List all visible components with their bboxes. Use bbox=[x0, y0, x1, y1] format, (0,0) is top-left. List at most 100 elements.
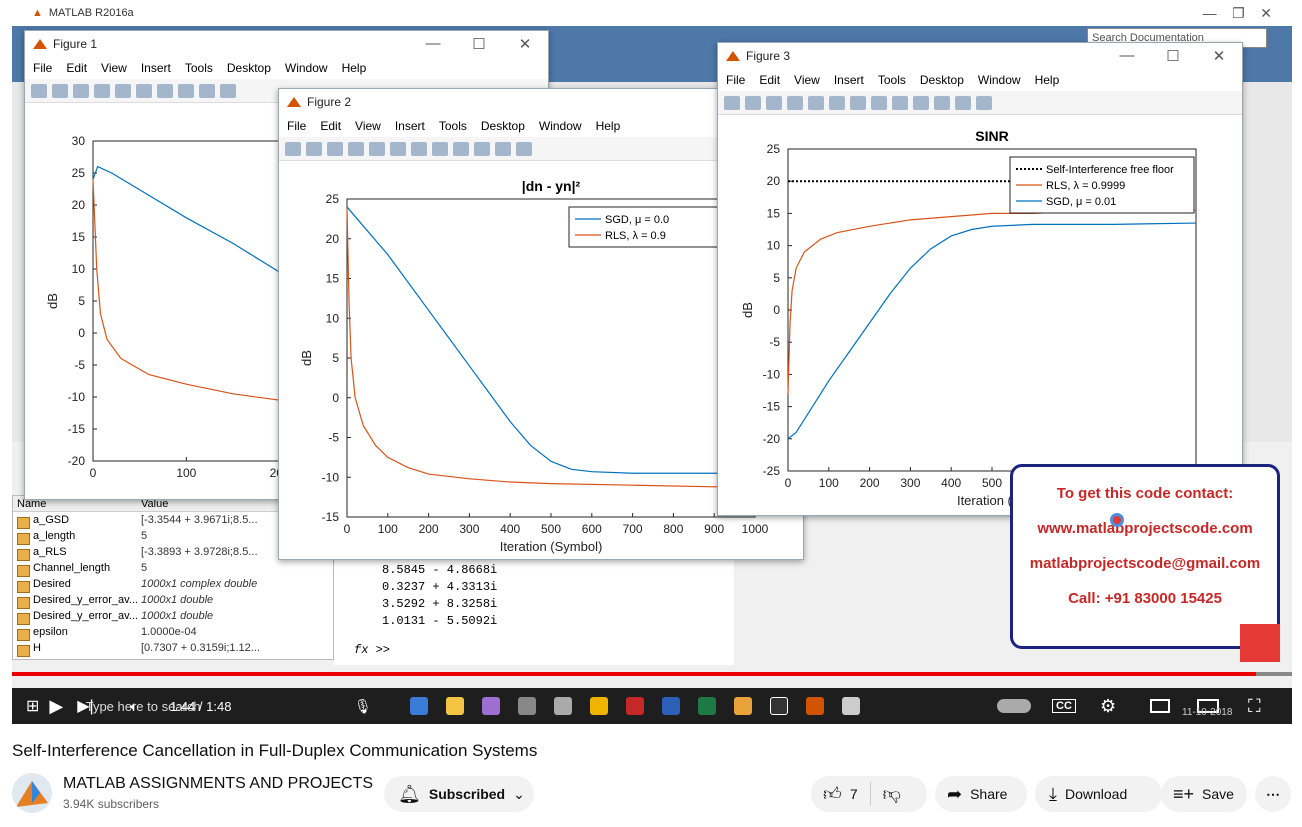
menu-item-file[interactable]: File bbox=[33, 61, 52, 75]
app-icon[interactable] bbox=[554, 697, 572, 715]
store-icon[interactable] bbox=[482, 697, 500, 715]
download-button[interactable]: ⤓ Download bbox=[1035, 776, 1162, 812]
figure-3-toolbar bbox=[718, 91, 1242, 115]
x-tick-label: 900 bbox=[704, 522, 724, 536]
figure-3-window[interactable]: Figure 3 — ☐ ✕ File Edit View Insert Tools Deskt… bbox=[717, 42, 1243, 516]
variable-value: 1000x1 double bbox=[141, 594, 214, 606]
y-tick-label: 25 bbox=[72, 166, 86, 180]
y-tick-label: -15 bbox=[763, 400, 781, 414]
menu-item-window[interactable]: Window bbox=[539, 119, 582, 133]
menu-item-view[interactable]: View bbox=[794, 73, 820, 87]
excel-icon[interactable] bbox=[698, 697, 716, 715]
play-icon[interactable]: ▶ bbox=[49, 696, 63, 717]
menu-item-help[interactable]: Help bbox=[342, 61, 367, 75]
menu-item-help[interactable]: Help bbox=[596, 119, 621, 133]
menu-item-file[interactable]: File bbox=[726, 73, 745, 87]
app-icon[interactable] bbox=[770, 697, 788, 715]
y-tick-label: 15 bbox=[326, 272, 340, 286]
autoplay-toggle[interactable] bbox=[997, 699, 1031, 713]
menu-item-edit[interactable]: Edit bbox=[759, 73, 780, 87]
share-icon: ➦ bbox=[947, 783, 963, 804]
figure-3-chart: SINR 0 100 200 300 400 500 25 20 15 10 5 0 -5 -10 -15 -2… bbox=[740, 128, 1197, 508]
menu-item-insert[interactable]: Insert bbox=[141, 61, 171, 75]
workspace-variable-row[interactable]: Desired 1000x1 complex double bbox=[13, 576, 333, 593]
y-tick-label: 0 bbox=[773, 303, 780, 317]
menu-item-view[interactable]: View bbox=[101, 61, 127, 75]
folder-icon[interactable] bbox=[446, 697, 464, 715]
y-tick-label: 15 bbox=[72, 230, 86, 244]
workspace-variable-row[interactable]: Desired_y_error_av... 1000x1 double bbox=[13, 592, 333, 609]
window-controls[interactable]: — ❐ ✕ bbox=[1203, 5, 1272, 22]
x-tick-label: 200 bbox=[419, 522, 439, 536]
app-icon[interactable] bbox=[842, 697, 860, 715]
command-window[interactable]: 8.5845 - 4.8668i 0.3237 + 4.3313i 3.5292… bbox=[334, 555, 734, 665]
x-axis-label: Iteration (Symbol) bbox=[500, 539, 603, 554]
window-controls[interactable]: — ☐ ✕ bbox=[1104, 47, 1242, 65]
captions-icon[interactable]: CC bbox=[1052, 699, 1076, 713]
save-button[interactable]: ≡+ Save bbox=[1161, 776, 1247, 812]
workspace-variable-row[interactable]: H [0.7307 + 0.3159i;1.12... bbox=[13, 640, 333, 657]
like-count[interactable]: 7 bbox=[850, 786, 858, 802]
y-tick-label: -20 bbox=[763, 432, 781, 446]
menu-item-tools[interactable]: Tools bbox=[185, 61, 213, 75]
menu-item-help[interactable]: Help bbox=[1035, 73, 1060, 87]
miniplayer-icon[interactable] bbox=[1150, 699, 1170, 713]
y-tick-label: -5 bbox=[74, 358, 85, 372]
video-progress-bar[interactable] bbox=[12, 672, 1292, 676]
microphone-icon[interactable]: 🎙︎ bbox=[354, 698, 372, 715]
fullscreen-icon[interactable]: ⛶ bbox=[1248, 696, 1261, 717]
chevron-down-icon: ⌄ bbox=[513, 785, 525, 802]
sticky-notes-icon[interactable] bbox=[590, 697, 608, 715]
word-icon[interactable] bbox=[662, 697, 680, 715]
bell-icon: 🔔︎ bbox=[398, 783, 421, 804]
channel-name[interactable]: MATLAB ASSIGNMENTS AND PROJECTS bbox=[63, 775, 373, 793]
x-tick-label: 0 bbox=[344, 522, 351, 536]
figure-1-title: Figure 1 bbox=[53, 37, 98, 51]
menu-item-desktop[interactable]: Desktop bbox=[920, 73, 964, 87]
menu-item-file[interactable]: File bbox=[287, 119, 306, 133]
menu-item-tools[interactable]: Tools bbox=[439, 119, 467, 133]
share-button[interactable]: ➦ Share bbox=[935, 776, 1027, 812]
menu-item-tools[interactable]: Tools bbox=[878, 73, 906, 87]
workspace-variable-row[interactable]: Desired_y_error_av... 1000x1 double bbox=[13, 608, 333, 625]
video-player[interactable]: ▲ MATLAB R2016a — ❐ ✕ Search Documentati… bbox=[12, 0, 1292, 724]
matlab-icon[interactable] bbox=[806, 697, 824, 715]
like-icon[interactable]: 👍︎ bbox=[823, 783, 842, 805]
acrobat-icon[interactable] bbox=[626, 697, 644, 715]
menu-item-insert[interactable]: Insert bbox=[395, 119, 425, 133]
menu-item-window[interactable]: Window bbox=[285, 61, 328, 75]
windows-start-icon[interactable]: ⊞ bbox=[26, 696, 39, 716]
share-label: Share bbox=[970, 786, 1008, 802]
volume-icon[interactable]: 🔈︎ bbox=[130, 698, 138, 715]
more-icon: ⋯ bbox=[1266, 785, 1280, 802]
time-display: 1:44 / 1:48 bbox=[170, 698, 232, 714]
save-playlist-icon: ≡+ bbox=[1173, 783, 1195, 804]
menu-item-insert[interactable]: Insert bbox=[834, 73, 864, 87]
command-prompt[interactable]: fx >> bbox=[334, 643, 734, 660]
more-actions-button[interactable]: ⋯ bbox=[1255, 776, 1291, 812]
workspace-variable-row[interactable]: epsilon 1.0000e-04 bbox=[13, 624, 333, 641]
matlab-desktop: ▲ MATLAB R2016a — ❐ ✕ Search Documentati… bbox=[12, 0, 1292, 688]
edge-icon[interactable] bbox=[410, 697, 428, 715]
menu-item-edit[interactable]: Edit bbox=[66, 61, 87, 75]
y-tick-label: 10 bbox=[326, 311, 340, 325]
workspace-variable-row[interactable]: Channel_length 5 bbox=[13, 560, 333, 577]
app-icon[interactable] bbox=[518, 697, 536, 715]
variable-value: 1000x1 complex double bbox=[141, 578, 258, 590]
settings-icon[interactable]: ⚙ bbox=[1100, 696, 1116, 717]
menu-item-edit[interactable]: Edit bbox=[320, 119, 341, 133]
menu-item-desktop[interactable]: Desktop bbox=[481, 119, 525, 133]
window-controls[interactable]: — ☐ ✕ bbox=[410, 35, 548, 53]
dislike-icon[interactable]: 👎︎ bbox=[883, 783, 901, 805]
menu-item-desktop[interactable]: Desktop bbox=[227, 61, 271, 75]
subscribe-button[interactable]: 🔔︎ Subscribed ⌄ bbox=[384, 776, 534, 812]
y-tick-label: 20 bbox=[72, 198, 86, 212]
chrome-icon[interactable] bbox=[734, 697, 752, 715]
figure-2-title: Figure 2 bbox=[307, 95, 352, 109]
menu-item-window[interactable]: Window bbox=[978, 73, 1021, 87]
download-icon: ⤓ bbox=[1049, 783, 1057, 804]
command-output-line: 3.5292 + 8.3258i bbox=[382, 597, 498, 611]
channel-avatar[interactable] bbox=[12, 773, 52, 813]
matlab-logo-icon bbox=[726, 51, 740, 61]
menu-item-view[interactable]: View bbox=[355, 119, 381, 133]
